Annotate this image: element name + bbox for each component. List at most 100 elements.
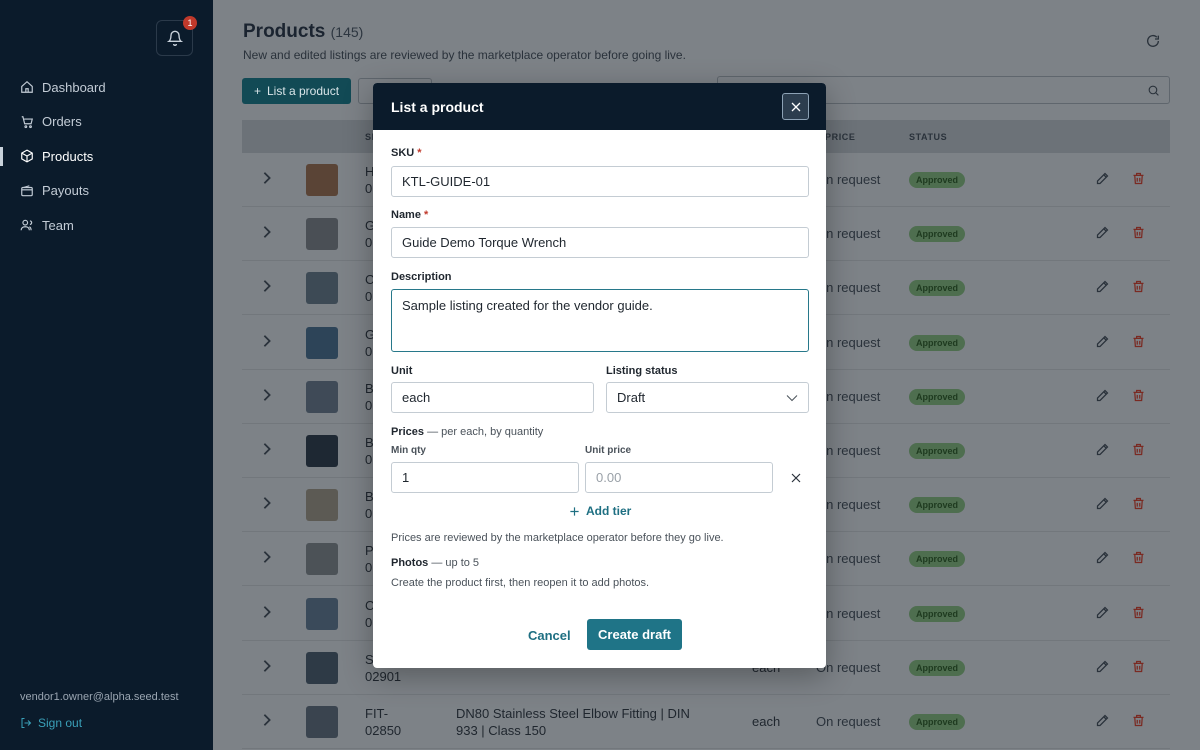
listing-status-select[interactable]: Draft	[606, 382, 809, 413]
chevron-right-icon[interactable]	[262, 496, 272, 515]
prices-label: Prices	[391, 426, 425, 438]
chevron-right-icon[interactable]	[262, 442, 272, 461]
status-badge: Approved	[909, 443, 966, 459]
delete-button[interactable]	[1131, 171, 1146, 191]
pencil-icon	[1096, 281, 1109, 293]
name-field[interactable]: Guide Demo Torque Wrench	[391, 227, 809, 258]
delete-button[interactable]	[1131, 496, 1146, 516]
unit-price-field[interactable]: 0.00	[585, 462, 773, 493]
delete-button[interactable]	[1131, 442, 1146, 462]
chevron-right-icon[interactable]	[262, 334, 272, 353]
add-tier-label: Add tier	[586, 504, 632, 518]
delete-button[interactable]	[1131, 388, 1146, 408]
page-title: Products (145)	[243, 21, 363, 43]
notifications-button[interactable]: 1	[156, 16, 197, 56]
status-badge: Approved	[909, 605, 966, 622]
sidebar-item-team[interactable]: Team	[0, 208, 213, 243]
delete-button[interactable]	[1131, 279, 1146, 299]
prices-hint: — per each, by quantity	[427, 426, 544, 438]
close-icon	[791, 102, 800, 111]
sidebar-item-payouts[interactable]: Payouts	[0, 174, 213, 209]
edit-button[interactable]	[1095, 496, 1110, 516]
chevron-right-icon[interactable]	[262, 550, 272, 569]
plus-icon	[570, 506, 579, 516]
row-price: On request	[816, 714, 881, 729]
edit-button[interactable]	[1095, 713, 1110, 733]
trash-icon	[1133, 227, 1144, 239]
delete-button[interactable]	[1131, 550, 1146, 570]
description-field[interactable]: Sample listing created for the vendor gu…	[391, 289, 809, 352]
status-badge: Approved	[909, 280, 966, 297]
sku-label: SKU *	[391, 147, 422, 159]
pencil-icon	[1096, 443, 1109, 456]
add-tier-button[interactable]: Add tier	[569, 504, 631, 518]
sku-field[interactable]: KTL-GUIDE-01	[391, 166, 809, 197]
edit-button[interactable]	[1095, 171, 1110, 191]
pencil-icon	[1096, 335, 1109, 347]
row-sku: FIT- 02850	[365, 706, 402, 738]
chevron-right-icon[interactable]	[262, 171, 272, 190]
box-icon	[21, 149, 33, 163]
page-title-text: Products	[243, 21, 326, 42]
listing-status-label: Listing status	[606, 365, 678, 377]
sign-out-link[interactable]: Sign out	[20, 716, 82, 730]
modal-title: List a product	[391, 98, 484, 115]
refresh-icon	[1147, 34, 1159, 47]
edit-button[interactable]	[1095, 605, 1110, 625]
delete-button[interactable]	[1131, 605, 1146, 625]
trash-icon	[1133, 552, 1144, 564]
edit-button[interactable]	[1095, 334, 1110, 354]
product-thumbnail	[306, 597, 338, 630]
photos-label: Photos	[391, 557, 429, 569]
edit-button[interactable]	[1095, 388, 1110, 408]
refresh-button[interactable]	[1145, 33, 1161, 54]
plus-icon: +	[253, 84, 261, 98]
edit-button[interactable]	[1095, 550, 1110, 570]
product-thumbnail	[306, 435, 338, 467]
remove-tier-button[interactable]	[790, 471, 802, 489]
edit-button[interactable]	[1095, 442, 1110, 462]
status-badge: Approved	[909, 226, 966, 243]
pencil-icon	[1096, 389, 1109, 401]
photos-note: Create the product first, then reopen it…	[391, 577, 650, 589]
delete-button[interactable]	[1131, 225, 1146, 245]
edit-button[interactable]	[1095, 659, 1110, 679]
table-row[interactable]: FIT- 02850 DN80 Stainless Steel Elbow Fit…	[242, 695, 1170, 749]
delete-button[interactable]	[1131, 659, 1146, 679]
product-thumbnail	[306, 380, 338, 413]
delete-button[interactable]	[1131, 334, 1146, 354]
row-unit: each	[752, 714, 781, 729]
create-draft-button[interactable]: Create draft	[587, 619, 682, 650]
chevron-right-icon[interactable]	[262, 225, 272, 244]
sidebar-item-dashboard[interactable]: Dashboard	[0, 70, 213, 105]
list-product-label: List a product	[266, 84, 340, 98]
chevron-right-icon[interactable]	[262, 388, 272, 407]
edit-button[interactable]	[1095, 279, 1110, 299]
min-qty-field[interactable]: 1	[391, 462, 579, 493]
sidebar-item-products[interactable]: Products	[0, 139, 213, 174]
trash-icon	[1133, 172, 1144, 185]
list-product-modal: List a product SKU * KTL-GUIDE-01 Name *…	[373, 83, 826, 668]
sidebar-item-orders[interactable]: Orders	[0, 105, 213, 140]
delete-button[interactable]	[1131, 713, 1146, 733]
sign-out-label: Sign out	[38, 716, 83, 730]
chevron-right-icon[interactable]	[262, 605, 272, 624]
unit-field[interactable]: each	[391, 382, 594, 413]
sidebar-item-label: Products	[42, 148, 94, 164]
sidebar-item-label: Orders	[42, 114, 82, 130]
product-thumbnail	[306, 164, 338, 196]
cancel-button[interactable]: Cancel	[528, 628, 571, 643]
close-button[interactable]	[782, 93, 809, 120]
chevron-right-icon[interactable]	[262, 279, 272, 298]
product-thumbnail	[306, 543, 338, 576]
pencil-icon	[1096, 552, 1109, 564]
chevron-right-icon[interactable]	[262, 713, 272, 732]
chevron-down-icon	[786, 395, 798, 402]
edit-button[interactable]	[1095, 225, 1110, 245]
modal-header: List a product	[373, 83, 826, 130]
chevron-right-icon[interactable]	[262, 659, 272, 678]
pencil-icon	[1096, 172, 1109, 185]
list-product-button[interactable]: + List a product	[242, 78, 351, 104]
product-thumbnail	[306, 218, 338, 251]
pencil-icon	[1096, 497, 1109, 510]
